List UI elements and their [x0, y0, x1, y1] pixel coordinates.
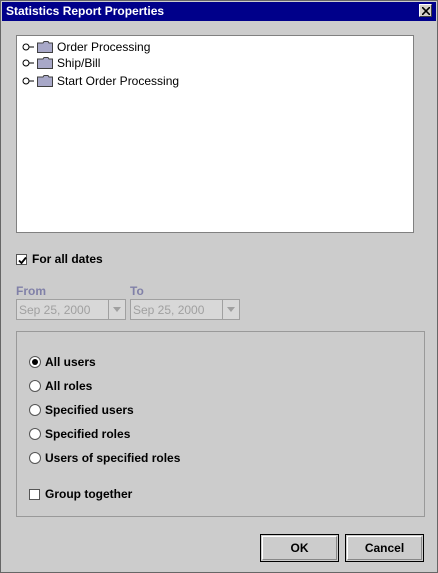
to-label: To [130, 284, 144, 298]
radio-specified-users[interactable]: Specified users [29, 403, 134, 417]
radio-all-roles[interactable]: All roles [29, 379, 92, 393]
ok-button[interactable]: OK [260, 534, 339, 562]
tree-expand-handle-icon[interactable] [22, 58, 34, 68]
for-all-dates-label: For all dates [32, 252, 103, 266]
folder-icon [37, 75, 53, 87]
from-label: From [16, 284, 46, 298]
title-bar[interactable]: Statistics Report Properties [2, 2, 436, 21]
checkmark-icon [18, 256, 27, 264]
user-selection-panel: All users All roles Specified users Spec… [16, 331, 425, 517]
checkbox-box[interactable] [16, 253, 27, 265]
checkbox-box[interactable] [29, 488, 40, 500]
radio-button[interactable] [29, 380, 41, 392]
to-date-combo[interactable]: Sep 25, 2000 [130, 299, 240, 320]
tree-item-label: Order Processing [57, 40, 151, 54]
folder-icon [37, 41, 53, 53]
radio-label: All users [45, 355, 96, 369]
for-all-dates-checkbox[interactable]: For all dates [16, 252, 103, 266]
from-date-field[interactable]: Sep 25, 2000 [16, 299, 109, 320]
tree-expand-handle-icon[interactable] [22, 76, 34, 86]
radio-button[interactable] [29, 452, 41, 464]
cancel-button[interactable]: Cancel [345, 534, 424, 562]
cancel-button-label: Cancel [364, 541, 405, 555]
radio-button[interactable] [29, 356, 41, 368]
chevron-down-icon [113, 307, 121, 312]
process-tree[interactable]: Order Processing Ship/Bill Start Order P… [16, 35, 414, 233]
close-button[interactable] [419, 4, 432, 17]
to-date-dropdown-button[interactable] [223, 299, 240, 320]
window-title: Statistics Report Properties [6, 4, 165, 18]
folder-icon [37, 57, 53, 69]
close-icon [422, 7, 430, 15]
ok-button-label: OK [290, 541, 309, 555]
radio-button[interactable] [29, 404, 41, 416]
tree-item[interactable]: Order Processing [22, 39, 150, 55]
radio-label: Specified roles [45, 427, 131, 441]
group-together-checkbox[interactable]: Group together [29, 487, 132, 501]
tree-item[interactable]: Start Order Processing [22, 73, 179, 89]
tree-item-label: Start Order Processing [57, 74, 180, 88]
to-date-field[interactable]: Sep 25, 2000 [130, 299, 223, 320]
tree-item-label: Ship/Bill [57, 56, 101, 70]
from-date-dropdown-button[interactable] [109, 299, 126, 320]
chevron-down-icon [227, 307, 235, 312]
radio-all-users[interactable]: All users [29, 355, 96, 369]
group-together-label: Group together [45, 487, 133, 501]
radio-label: All roles [45, 379, 93, 393]
radio-button[interactable] [29, 428, 41, 440]
radio-label: Specified users [45, 403, 134, 417]
radio-specified-roles[interactable]: Specified roles [29, 427, 130, 441]
tree-expand-handle-icon[interactable] [22, 42, 34, 52]
dialog-window: Statistics Report Properties Order Proce… [0, 0, 438, 573]
tree-item[interactable]: Ship/Bill [22, 55, 100, 71]
radio-users-of-specified-roles[interactable]: Users of specified roles [29, 451, 180, 465]
from-date-combo[interactable]: Sep 25, 2000 [16, 299, 126, 320]
radio-label: Users of specified roles [45, 451, 181, 465]
